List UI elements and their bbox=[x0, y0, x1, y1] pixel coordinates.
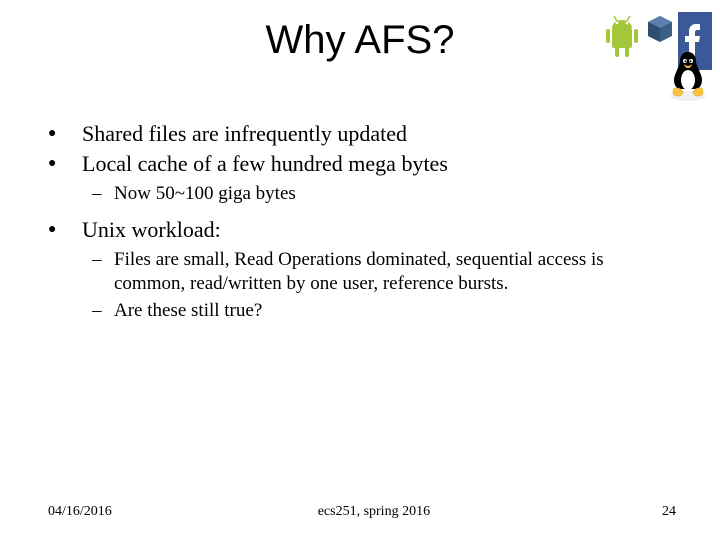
footer-page-number: 24 bbox=[636, 504, 676, 520]
bullet-text: Unix workload: bbox=[82, 216, 676, 244]
footer: 04/16/2016 ecs251, spring 2016 24 bbox=[48, 504, 676, 520]
slide: Why AFS? bbox=[0, 0, 720, 540]
content-body: ● Shared files are infrequently updated … bbox=[48, 120, 676, 327]
bullet-item: ● Local cache of a few hundred mega byte… bbox=[48, 150, 676, 178]
sub-bullet-text: Now 50~100 giga bytes bbox=[114, 182, 676, 206]
bullet-icon: ● bbox=[48, 150, 82, 178]
android-icon bbox=[602, 12, 642, 60]
sub-bullet-text: Are these still true? bbox=[114, 299, 676, 323]
dash-icon: – bbox=[92, 248, 114, 272]
sub-bullet-item: – Are these still true? bbox=[92, 299, 676, 323]
bullet-text: Local cache of a few hundred mega bytes bbox=[82, 150, 676, 178]
sub-bullet-item: – Now 50~100 giga bytes bbox=[92, 182, 676, 206]
bullet-icon: ● bbox=[48, 120, 82, 148]
sub-bullet-text: Files are small, Read Operations dominat… bbox=[114, 248, 676, 296]
bullet-text: Shared files are infrequently updated bbox=[82, 120, 676, 148]
footer-course: ecs251, spring 2016 bbox=[112, 504, 636, 520]
bullet-item: ● Shared files are infrequently updated bbox=[48, 120, 676, 148]
bullet-icon: ● bbox=[48, 216, 82, 244]
dash-icon: – bbox=[92, 182, 114, 206]
sub-bullet-item: – Files are small, Read Operations domin… bbox=[92, 248, 676, 296]
logo-cluster bbox=[602, 12, 712, 70]
tux-icon bbox=[666, 48, 710, 102]
dash-icon: – bbox=[92, 299, 114, 323]
footer-date: 04/16/2016 bbox=[48, 504, 112, 520]
bullet-item: ● Unix workload: bbox=[48, 216, 676, 244]
